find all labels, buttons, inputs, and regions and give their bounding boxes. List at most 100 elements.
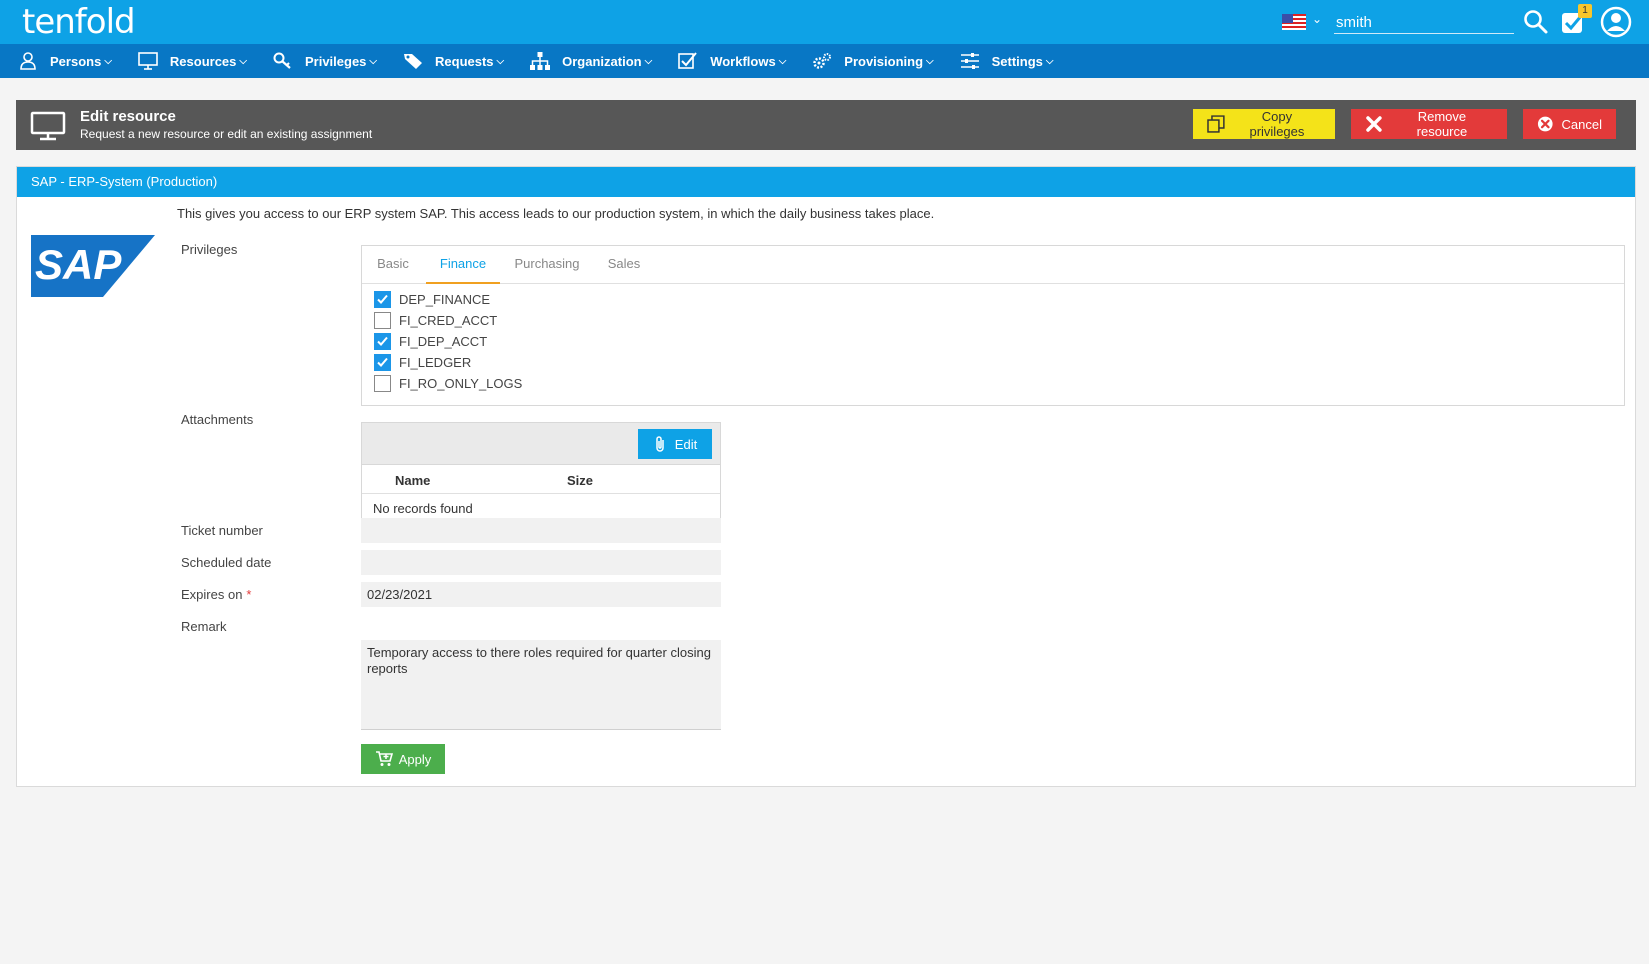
gears-icon — [813, 53, 832, 69]
nav-label: Organization — [562, 53, 642, 69]
nav-privileges[interactable]: Privileges ⌵ — [273, 44, 377, 78]
check-icon — [377, 294, 388, 304]
chevron-down-icon: ⌵ — [778, 55, 787, 67]
chevron-down-icon: ⌵ — [496, 55, 505, 67]
sliders-icon — [960, 53, 979, 69]
nav-resources[interactable]: Resources ⌵ — [138, 44, 247, 78]
check-square-icon — [678, 52, 697, 69]
chevron-down-icon: ⌵ — [239, 55, 247, 67]
privilege-checkbox[interactable] — [374, 374, 391, 392]
nav-label: Privileges — [304, 53, 367, 69]
sap-logo-text: SAP — [35, 241, 122, 288]
nav-label: Resources — [169, 53, 237, 69]
expires-on-input[interactable] — [361, 582, 721, 607]
ticket-number-input[interactable] — [361, 518, 721, 543]
nav-label: Persons — [50, 53, 102, 69]
check-icon — [377, 357, 388, 367]
nav-label: Workflows — [710, 53, 776, 69]
privileges-box: Basic Finance Purchasing Sales DEP_FINAN… — [361, 245, 1625, 406]
expires-on-label: Expires on * — [181, 587, 251, 602]
cancel-button[interactable]: Cancel — [1523, 109, 1616, 139]
edit-attachments-label: Edit — [674, 436, 698, 452]
resource-panel: SAP - ERP-System (Production) This gives… — [16, 166, 1636, 787]
empty-message: No records found — [373, 501, 473, 516]
cancel-label: Cancel — [1561, 116, 1602, 132]
person-icon — [20, 52, 36, 70]
resource-title: SAP - ERP-System (Production) — [17, 167, 1635, 197]
privilege-item: DEP_FINANCE — [374, 289, 490, 309]
remove-resource-button[interactable]: Remove resource — [1351, 109, 1507, 139]
nav-organization[interactable]: Organization ⌵ — [530, 44, 652, 78]
nav-label: Settings — [991, 53, 1043, 69]
privilege-name: FI_LEDGER — [399, 354, 472, 370]
column-size[interactable]: Size — [567, 473, 593, 488]
resource-description: This gives you access to our ERP system … — [177, 206, 935, 221]
sap-logo: SAP — [31, 235, 155, 297]
chevron-down-icon: ⌵ — [1045, 55, 1054, 67]
scheduled-date-label: Scheduled date — [181, 555, 272, 570]
close-circle-icon — [1537, 116, 1553, 132]
monitor-icon — [138, 52, 158, 70]
search-icon[interactable] — [1522, 8, 1550, 36]
chevron-down-icon: ⌵ — [926, 55, 934, 67]
privilege-item: FI_RO_ONLY_LOGS — [374, 373, 522, 393]
required-marker: * — [246, 587, 252, 602]
cart-icon — [375, 751, 393, 766]
nav-settings[interactable]: Settings ⌵ — [960, 44, 1054, 78]
main-nav: Persons ⌵ Resources ⌵ Privileges ⌵ Requests… — [0, 44, 1649, 78]
privilege-name: FI_RO_ONLY_LOGS — [399, 375, 523, 391]
us-flag-icon[interactable] — [1282, 14, 1306, 30]
copy-privileges-label: Copy privileges — [1249, 109, 1305, 139]
tab-finance[interactable]: Finance — [426, 246, 500, 284]
apply-label: Apply — [398, 751, 432, 767]
nav-provisioning[interactable]: Provisioning ⌵ — [812, 44, 934, 78]
nav-persons[interactable]: Persons ⌵ — [18, 44, 112, 78]
nav-requests[interactable]: Requests ⌵ — [403, 44, 504, 78]
paperclip-icon — [656, 436, 664, 452]
check-icon — [377, 336, 388, 346]
privilege-item: FI_LEDGER — [374, 352, 471, 372]
tab-sales[interactable]: Sales — [596, 246, 652, 284]
remark-textarea[interactable]: Temporary access to there roles required… — [361, 640, 721, 730]
user-search-input[interactable] — [1334, 12, 1514, 34]
edit-attachments-button[interactable]: Edit — [638, 429, 712, 459]
page-header: Edit resource Request a new resource or … — [16, 100, 1636, 150]
tasks-badge: 1 — [1578, 4, 1592, 18]
copy-icon — [1207, 115, 1225, 133]
nav-label: Provisioning — [844, 53, 924, 69]
copy-privileges-button[interactable]: Copy privileges — [1193, 109, 1335, 139]
nav-workflows[interactable]: Workflows ⌵ — [678, 44, 786, 78]
tab-purchasing[interactable]: Purchasing — [504, 246, 590, 284]
attachments-header: Name Size — [362, 466, 720, 494]
key-icon — [273, 52, 291, 69]
monitor-icon — [30, 111, 66, 141]
page-title: Edit resource — [80, 108, 176, 125]
privilege-checkbox[interactable] — [374, 311, 391, 329]
column-name[interactable]: Name — [395, 473, 430, 488]
page-subtitle: Request a new resource or edit an existi… — [80, 127, 373, 141]
tab-basic[interactable]: Basic — [364, 246, 422, 284]
close-icon — [1366, 116, 1382, 132]
privilege-checkbox[interactable] — [374, 353, 391, 371]
apply-button[interactable]: Apply — [361, 744, 445, 774]
user-profile-icon[interactable] — [1600, 6, 1632, 38]
privileges-tabs: Basic Finance Purchasing Sales — [362, 246, 1624, 284]
tenfold-logo[interactable]: tenfold — [22, 2, 136, 42]
remove-resource-label: Remove resource — [1416, 109, 1468, 139]
attachments-toolbar: Edit — [362, 423, 720, 465]
scheduled-date-input[interactable] — [361, 550, 721, 575]
expires-on-text: Expires on — [181, 587, 243, 602]
privilege-name: FI_CRED_ACCT — [399, 312, 498, 328]
privilege-name: FI_DEP_ACCT — [399, 333, 488, 349]
nav-label: Requests — [435, 53, 494, 69]
top-bar: tenfold ⌄ 1 — [0, 0, 1649, 44]
chevron-down-icon: ⌵ — [644, 55, 653, 67]
privilege-checkbox[interactable] — [374, 332, 391, 350]
privilege-item: FI_CRED_ACCT — [374, 310, 497, 330]
privilege-checkbox[interactable] — [374, 290, 391, 308]
remark-label: Remark — [181, 619, 227, 634]
chevron-down-icon[interactable]: ⌄ — [1312, 12, 1322, 26]
privilege-item: FI_DEP_ACCT — [374, 331, 487, 351]
privilege-name: DEP_FINANCE — [399, 291, 491, 307]
chevron-down-icon: ⌵ — [104, 55, 112, 67]
